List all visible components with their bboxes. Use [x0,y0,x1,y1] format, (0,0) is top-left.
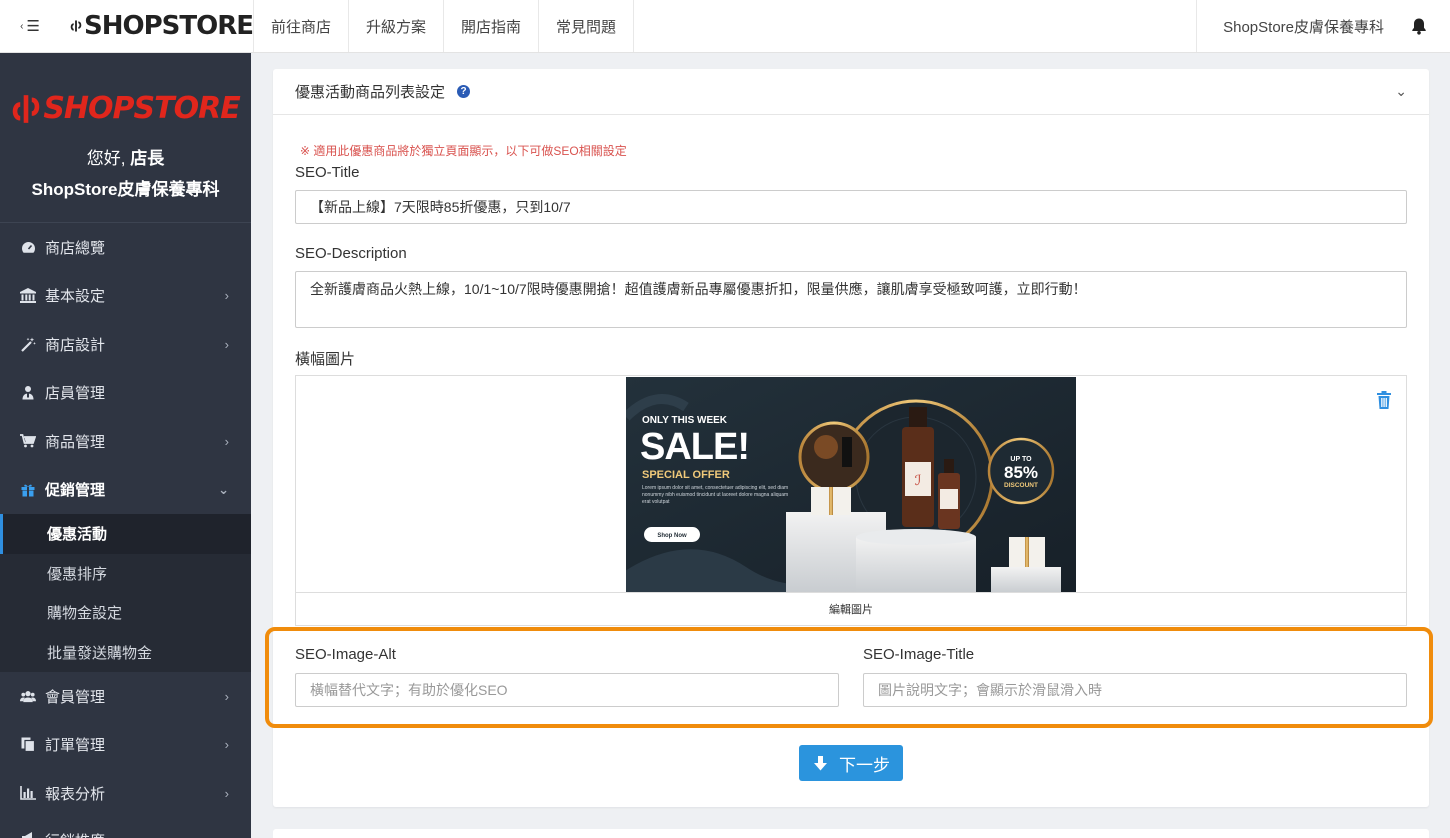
gift-icon [20,482,36,498]
banner-image-label: 橫幅圖片 [295,351,356,368]
edit-image-button[interactable]: 編輯圖片 [296,592,1406,625]
sidebar-item-label: 訂單管理 [45,737,106,755]
chevron-right-icon: › [224,785,229,801]
banner-image: ℐ UP TO 85% DISCOUNT ONLY THIS WEEK SALE… [626,377,1076,593]
nav-go-store[interactable]: 前往商店 [253,0,348,52]
sidebar-item-basic-settings[interactable]: 基本設定 › [0,272,251,321]
sidebar-menu: 商店總覽 基本設定 › 商店設計 › 店員管理 商品管理 › 促銷管理 ⌄ 優惠… [0,223,251,838]
sidebar-toggle-button[interactable]: ‹ ☰ [0,0,60,52]
seo-image-title-label: SEO-Image-Title [863,646,975,663]
sidebar-item-orders[interactable]: 訂單管理 › [0,721,251,770]
cart-icon [20,433,36,449]
seo-title-input[interactable]: 【新品上線】7天限時85折優惠，只到10/7 [295,190,1407,224]
svg-text:UP TO: UP TO [1010,456,1032,463]
users-icon [20,688,36,704]
seo-title-label: SEO-Title [295,164,360,181]
dashboard-icon [20,239,36,255]
nav-store-guide[interactable]: 開店指南 [443,0,538,52]
submenu-item-promotions[interactable]: 優惠活動 [0,514,251,554]
staff-icon [20,385,36,401]
megaphone-icon [20,830,36,838]
greeting-prefix: 您好, [86,149,131,168]
next-step-label: 下一步 [839,755,890,775]
seo-image-alt-label: SEO-Image-Alt [295,646,396,663]
sidebar-item-reports[interactable]: 報表分析 › [0,769,251,818]
svg-text:SALE!: SALE! [640,426,749,468]
top-logo[interactable]: SHOPSTORE [60,0,254,52]
sidebar-item-store-design[interactable]: 商店設計 › [0,320,251,369]
submenu-item-promo-order[interactable]: 優惠排序 [0,554,251,594]
magic-wand-icon [20,336,36,352]
chevron-right-icon: › [224,433,229,449]
top-nav: 前往商店 升級方案 開店指南 常見問題 [253,0,635,52]
next-step-button[interactable]: 下一步 [799,745,903,781]
sidebar-item-label: 商店設計 [45,336,106,354]
sidebar-item-overview[interactable]: 商店總覽 [0,223,251,272]
store-name-menu[interactable]: ShopStore皮膚保養專科 [1196,0,1410,52]
sidebar-item-marketing[interactable]: 行銷推廣 [0,818,251,838]
sidebar-item-label: 報表分析 [45,785,106,803]
card-header[interactable]: 優惠活動商品列表設定 ? ⌄ [273,69,1429,115]
sidebar-logo-text: SHOPSTORE [43,91,240,126]
sidebar-store-name: ShopStore皮膚保養專科 [31,180,220,199]
svg-text:85%: 85% [1004,463,1038,482]
chevron-right-icon: › [224,737,229,753]
shopstore-logo-icon [13,94,40,123]
bell-icon[interactable] [1410,0,1450,52]
greeting: 您好, 店長 [87,144,164,169]
sidebar-item-promotions[interactable]: 促銷管理 ⌄ [0,466,251,515]
arrow-down-icon [814,755,827,770]
chevron-down-icon[interactable]: ⌄ [1395,83,1407,100]
sidebar: SHOPSTORE 您好, 店長 ShopStore皮膚保養專科 商店總覽 基本… [0,53,251,838]
greeting-name: 店長 [130,149,165,168]
sidebar-brand: SHOPSTORE 您好, 店長 ShopStore皮膚保養專科 [0,53,251,223]
chevron-right-icon: › [224,288,229,304]
help-icon[interactable]: ? [457,85,471,98]
sidebar-item-label: 商店總覽 [45,239,106,257]
svg-text:ONLY THIS WEEK: ONLY THIS WEEK [642,415,728,426]
bank-icon [20,288,36,304]
nav-upgrade-plan[interactable]: 升級方案 [348,0,443,52]
copy-icon [20,737,36,753]
sidebar-item-members[interactable]: 會員管理 › [0,672,251,721]
seo-description-label: SEO-Description [295,245,407,262]
seo-description-textarea[interactable]: 全新護膚商品火熱上線，10/1~10/7限時優惠開搶！超值護膚新品專屬優惠折扣，… [295,271,1407,328]
seo-notice: ※ 適用此優惠商品將於獨立頁面顯示，以下可做SEO相關設定 [300,144,627,158]
shopstore-logo-icon [70,20,82,32]
svg-text:Shop Now: Shop Now [657,533,687,539]
chevron-down-icon: ⌄ [218,481,229,497]
promo-list-settings-card: 優惠活動商品列表設定 ? ⌄ ※ 適用此優惠商品將於獨立頁面顯示，以下可做SEO… [273,69,1429,807]
seo-image-title-input[interactable] [863,673,1407,707]
svg-text:DISCOUNT: DISCOUNT [1004,482,1038,489]
sidebar-item-label: 商品管理 [45,433,106,451]
sidebar-item-label: 促銷管理 [45,482,106,500]
sidebar-item-label: 會員管理 [45,688,106,706]
sidebar-item-label: 行銷推廣 [45,830,105,838]
chevron-right-icon: › [224,688,229,704]
sidebar-item-staff[interactable]: 店員管理 [0,369,251,418]
sidebar-item-label: 基本設定 [45,288,106,306]
svg-text:SPECIAL OFFER: SPECIAL OFFER [642,469,730,481]
sidebar-logo[interactable]: SHOPSTORE [11,91,241,126]
top-bar: ‹ ☰ SHOPSTORE 前往商店 升級方案 開店指南 常見問題 ShopSt… [0,0,1450,53]
nav-faq[interactable]: 常見問題 [538,0,635,52]
sidebar-item-products[interactable]: 商品管理 › [0,417,251,466]
promotions-submenu: 優惠活動 優惠排序 購物金設定 批量發送購物金 [0,514,251,672]
submenu-item-bulk-credit[interactable]: 批量發送購物金 [0,633,251,673]
sidebar-item-label: 店員管理 [45,385,106,403]
caret-left-icon: ‹ [20,20,24,32]
card-title: 優惠活動商品列表設定 [295,84,446,101]
trash-icon[interactable] [1376,391,1392,414]
top-right: ShopStore皮膚保養專科 [1196,0,1450,52]
top-logo-text: SHOPSTORE [84,11,254,41]
banner-image-box: ℐ UP TO 85% DISCOUNT ONLY THIS WEEK SALE… [295,375,1407,626]
chevron-right-icon: › [224,336,229,352]
seo-image-alt-input[interactable] [295,673,839,707]
submenu-item-credit-settings[interactable]: 購物金設定 [0,593,251,633]
next-card [273,829,1429,838]
svg-text:ℐ: ℐ [915,473,922,489]
bar-chart-icon [20,785,36,801]
hamburger-icon: ☰ [26,18,40,35]
